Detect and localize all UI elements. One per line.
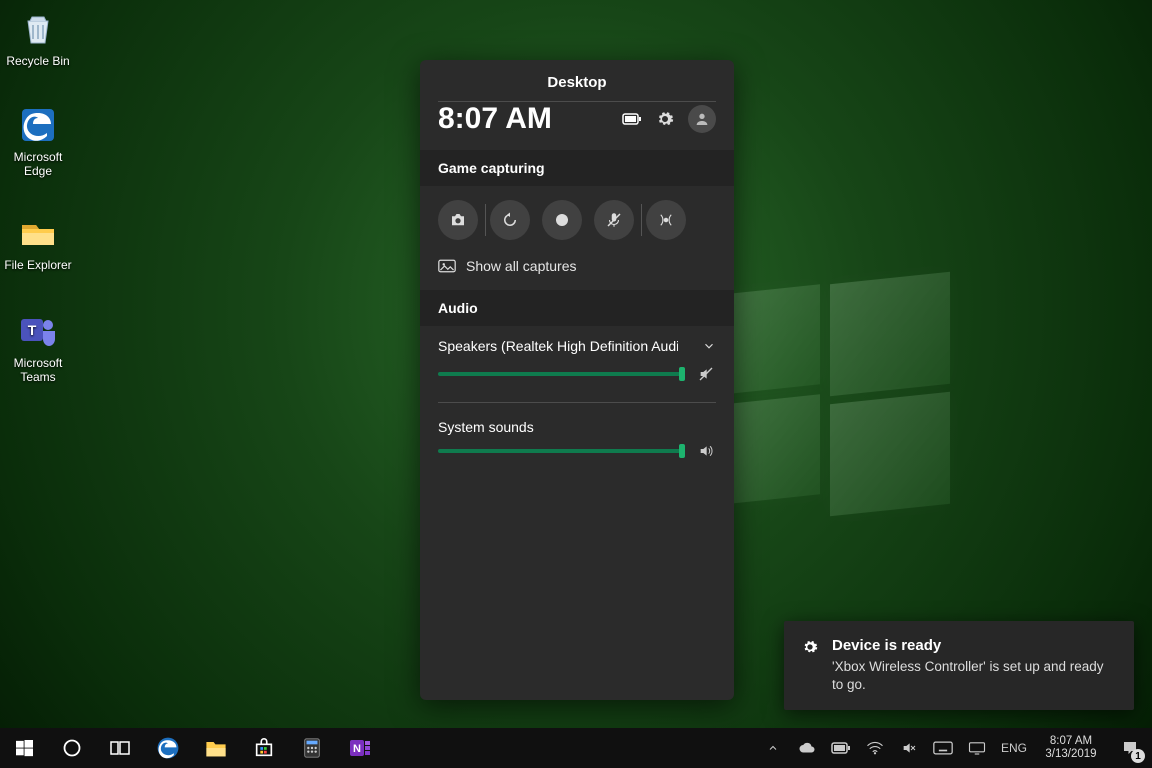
- desktop-icon-label: File Explorer: [0, 258, 76, 272]
- onenote-icon: N: [348, 736, 372, 760]
- record-button[interactable]: [542, 200, 582, 240]
- desktop-icon-file-explorer[interactable]: File Explorer: [0, 212, 76, 272]
- tray-overflow-button[interactable]: [756, 728, 790, 768]
- cortana-icon: [63, 739, 81, 757]
- tray-onedrive[interactable]: [790, 728, 824, 768]
- wifi-icon: [866, 741, 884, 755]
- file-explorer-icon: [17, 212, 59, 254]
- notification-count-badge: 1: [1131, 749, 1145, 763]
- audio-device-dropdown[interactable]: Speakers (Realtek High Definition Audio(…: [438, 338, 716, 354]
- taskbar-app-calculator[interactable]: [288, 728, 336, 768]
- task-view-button[interactable]: [96, 728, 144, 768]
- desktop-icon-recycle-bin[interactable]: Recycle Bin: [0, 8, 76, 68]
- start-button[interactable]: [0, 728, 48, 768]
- broadcast-button[interactable]: [646, 200, 686, 240]
- mic-toggle-button[interactable]: [594, 200, 634, 240]
- tray-clock[interactable]: 8:07 AM 3/13/2019: [1034, 735, 1108, 761]
- tray-project[interactable]: [960, 728, 994, 768]
- store-icon: [253, 737, 275, 759]
- gallery-icon: [438, 259, 456, 273]
- chevron-down-icon: [702, 339, 716, 353]
- toast-body: 'Xbox Wireless Controller' is set up and…: [832, 658, 1116, 694]
- cloud-icon: [798, 741, 816, 755]
- tray-time: 8:07 AM: [1034, 735, 1108, 748]
- battery-icon: [622, 112, 642, 126]
- svg-text:N: N: [353, 743, 361, 755]
- taskbar: N ENG: [0, 728, 1152, 768]
- taskbar-app-file-explorer[interactable]: [192, 728, 240, 768]
- svg-text:T: T: [28, 322, 37, 338]
- tray-volume[interactable]: [892, 728, 926, 768]
- tray-battery[interactable]: [824, 728, 858, 768]
- record-back-icon: [501, 211, 519, 229]
- notification-toast[interactable]: Device is ready 'Xbox Wireless Controlle…: [784, 621, 1134, 710]
- tray-touch-keyboard[interactable]: [926, 728, 960, 768]
- gamebar-panel: Desktop 8:07 AM Game capturing: [420, 60, 734, 700]
- person-icon: [694, 111, 710, 127]
- audio-device-label: Speakers (Realtek High Definition Audio(…: [438, 338, 678, 354]
- speaker-on-icon: [698, 443, 714, 459]
- settings-button[interactable]: [656, 110, 674, 128]
- system-mute-button[interactable]: [698, 443, 716, 459]
- keyboard-icon: [933, 741, 953, 755]
- taskbar-app-store[interactable]: [240, 728, 288, 768]
- taskbar-app-edge[interactable]: [144, 728, 192, 768]
- battery-icon: [831, 742, 851, 754]
- screenshot-button[interactable]: [438, 200, 478, 240]
- edge-icon: [17, 104, 59, 146]
- desktop-icon-edge[interactable]: Microsoft Edge: [0, 104, 76, 178]
- desktop-icon-label: Microsoft Teams: [0, 356, 76, 384]
- capture-section-header: Game capturing: [420, 150, 734, 186]
- desktop-root: Recycle Bin Microsoft Edge File Explorer…: [0, 0, 1152, 768]
- desktop-icon-teams[interactable]: T Microsoft Teams: [0, 310, 76, 384]
- record-icon: [555, 213, 569, 227]
- taskbar-app-onenote[interactable]: N: [336, 728, 384, 768]
- toast-title: Device is ready: [832, 637, 1116, 654]
- tray-date: 3/13/2019: [1034, 748, 1108, 761]
- tray-language[interactable]: ENG: [994, 728, 1034, 768]
- teams-icon: T: [17, 310, 59, 352]
- desktop-icon-label: Microsoft Edge: [0, 150, 76, 178]
- speaker-volume-slider[interactable]: [438, 372, 684, 376]
- windows-wallpaper-logo: [710, 268, 950, 498]
- gear-icon: [656, 110, 674, 128]
- edge-icon: [155, 735, 181, 761]
- calculator-icon: [301, 737, 323, 759]
- camera-icon: [449, 211, 467, 229]
- audio-section-header: Audio: [420, 290, 734, 326]
- windows-icon: [16, 740, 33, 757]
- gamebar-clock: 8:07 AM: [438, 102, 552, 136]
- cortana-button[interactable]: [48, 728, 96, 768]
- speaker-muted-icon: [901, 740, 917, 756]
- show-all-captures-button[interactable]: Show all captures: [420, 254, 734, 290]
- file-explorer-icon: [204, 737, 228, 759]
- tray-wifi[interactable]: [858, 728, 892, 768]
- account-button[interactable]: [688, 105, 716, 133]
- gamebar-title: Desktop: [420, 60, 734, 101]
- chevron-up-icon: [767, 742, 779, 754]
- system-sounds-label: System sounds: [438, 419, 716, 435]
- recycle-bin-icon: [17, 8, 59, 50]
- speaker-muted-icon: [698, 366, 714, 382]
- show-all-captures-label: Show all captures: [466, 258, 577, 274]
- task-view-icon: [110, 740, 130, 756]
- speaker-mute-button[interactable]: [698, 366, 716, 382]
- gear-icon: [802, 639, 818, 694]
- broadcast-icon: [657, 211, 675, 229]
- desktop-icon-label: Recycle Bin: [0, 54, 76, 68]
- record-last-button[interactable]: [490, 200, 530, 240]
- system-volume-slider[interactable]: [438, 449, 684, 453]
- mic-off-icon: [605, 211, 623, 229]
- tray-action-center[interactable]: 1: [1108, 728, 1152, 768]
- screen-icon: [968, 741, 986, 755]
